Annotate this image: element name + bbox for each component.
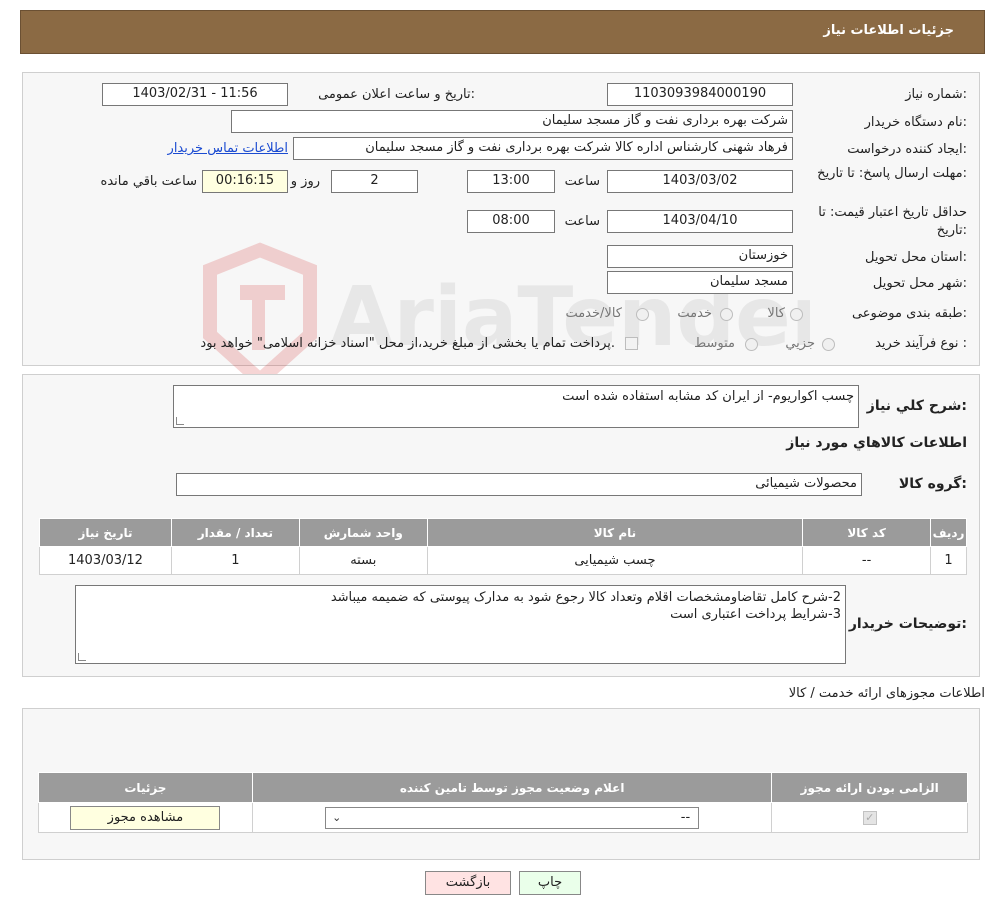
- cell-permit-required: ✓: [771, 802, 968, 833]
- page-title: جزئیات اطلاعات نیاز: [823, 23, 954, 38]
- city-field: مسجد سلیمان: [607, 271, 793, 294]
- print-button[interactable]: چاپ: [519, 871, 581, 895]
- buyer-notes-line-2: 3-شرایط پرداخت اعتباری است: [670, 607, 841, 622]
- category-option-goods: کالا: [767, 306, 785, 321]
- col-quantity: تعداد / مقدار: [170, 518, 300, 547]
- col-item-code: کد کالا: [802, 518, 932, 547]
- page-header: جزئیات اطلاعات نیاز: [20, 10, 985, 54]
- permits-table-header: الزامی بودن ارائه مجوز اعلام وضعیت مجوز …: [38, 772, 968, 803]
- treasury-note: پرداخت تمام یا بخشی از مبلغ خرید،از محل …: [200, 336, 615, 351]
- cell-row-number: 1: [930, 546, 967, 575]
- category-radio-service[interactable]: [720, 308, 733, 321]
- permits-table: الزامی بودن ارائه مجوز اعلام وضعیت مجوز …: [38, 772, 968, 833]
- resize-grip-icon[interactable]: [78, 653, 86, 661]
- col-need-date: تاریخ نیاز: [39, 518, 172, 547]
- col-unit: واحد شمارش: [298, 518, 428, 547]
- chevron-down-icon: ⌄: [332, 810, 342, 824]
- purchase-option-partial: جزيي: [785, 336, 815, 351]
- goods-group-label: گروه کالا:: [898, 476, 967, 492]
- days-label: روز و: [290, 174, 320, 189]
- col-row-number: رديف: [930, 518, 967, 547]
- permits-title: اطلاعات مجوزهای ارائه خدمت / کالا: [788, 686, 985, 701]
- cell-permit-status: -- ⌄: [251, 802, 773, 833]
- creator-field: فرهاد شهنی کارشناس اداره کالا شرکت بهره …: [293, 137, 793, 160]
- cell-item-name: چسب شیمیایی: [426, 546, 804, 575]
- need-description-text: چسب اکواریوم- از ایران کد مشابه استفاده …: [562, 389, 854, 404]
- purchase-type-label: نوع فرآیند خرید :: [875, 336, 967, 351]
- table-row: ✓ -- ⌄ مشاهده مجوز: [38, 802, 968, 833]
- cell-unit: بسته: [298, 546, 428, 575]
- announce-label: تاریخ و ساعت اعلان عمومی:: [318, 87, 475, 102]
- cell-item-code: --: [802, 546, 932, 575]
- buyer-notes-line-1: 2-شرح کامل تقاضاومشخصات اقلام وتعداد کال…: [330, 590, 841, 605]
- remaining-time-field: 00:16:15: [202, 170, 288, 193]
- buyer-notes-textarea[interactable]: 2-شرح کامل تقاضاومشخصات اقلام وتعداد کال…: [75, 585, 846, 664]
- permit-status-value: --: [680, 809, 691, 825]
- creator-label: ایجاد کننده درخواست:: [847, 142, 967, 157]
- view-permit-button[interactable]: مشاهده مجوز: [70, 805, 221, 830]
- province-field: خوزستان: [607, 245, 793, 268]
- table-row: 1 -- چسب شیمیایی بسته 1 1403/03/12: [39, 546, 967, 575]
- goods-group-field: محصولات شیمیائی: [176, 473, 862, 496]
- remaining-label: ساعت باقي مانده: [100, 174, 197, 189]
- goods-info-title: اطلاعات کالاهاي مورد نياز: [786, 435, 967, 451]
- buyer-notes-label: توضیحات خریدار:: [848, 616, 967, 632]
- resize-grip-icon[interactable]: [176, 417, 184, 425]
- cell-need-date: 1403/03/12: [39, 546, 172, 575]
- col-permit-details: جزئیات: [38, 772, 253, 803]
- city-label: شهر محل تحویل:: [872, 276, 967, 291]
- permit-required-checkbox: ✓: [862, 810, 877, 825]
- back-button[interactable]: بازگشت: [425, 871, 511, 895]
- treasury-checkbox[interactable]: [625, 337, 638, 350]
- cell-permit-details: مشاهده مجوز: [38, 802, 253, 833]
- col-permit-status: اعلام وضعیت مجوز توسط تامین کننده: [251, 772, 773, 803]
- purchase-radio-partial[interactable]: [822, 338, 835, 351]
- category-option-service: خدمت: [677, 306, 712, 321]
- items-table-header: رديف کد کالا نام کالا واحد شمارش تعداد /…: [39, 518, 967, 547]
- items-table: رديف کد کالا نام کالا واحد شمارش تعداد /…: [39, 518, 967, 575]
- purchase-radio-medium[interactable]: [745, 338, 758, 351]
- purchase-option-medium: متوسط: [694, 336, 735, 351]
- category-radio-goods-service[interactable]: [636, 308, 649, 321]
- days-field: 2: [331, 170, 418, 193]
- permit-status-select[interactable]: -- ⌄: [325, 806, 700, 829]
- buyer-org-field: شرکت بهره برداری نفت و گاز مسجد سلیمان: [231, 110, 793, 133]
- need-description-textarea[interactable]: چسب اکواریوم- از ایران کد مشابه استفاده …: [173, 385, 859, 428]
- category-label: طبقه بندی موضوعی:: [851, 306, 967, 321]
- need-number-field: 1103093984000190: [607, 83, 793, 106]
- cell-quantity: 1: [170, 546, 300, 575]
- price-valid-date-field: 1403/04/10: [607, 210, 793, 233]
- reply-time-label: ساعت: [564, 174, 600, 189]
- category-option-goods-service: کالا/خدمت: [565, 306, 622, 321]
- reply-date-field: 1403/03/02: [607, 170, 793, 193]
- price-valid-label: حداقل تاریخ اعتبار قیمت: تا تاریخ:: [818, 205, 967, 238]
- category-radio-goods[interactable]: [790, 308, 803, 321]
- need-description-label: شرح کلي نياز:: [866, 398, 967, 414]
- col-permit-required: الزامی بودن ارائه مجوز: [771, 772, 968, 803]
- reply-deadline-label: مهلت ارسال پاسخ: تا تاریخ:: [817, 166, 967, 181]
- buyer-org-label: نام دستگاه خریدار:: [864, 115, 967, 130]
- price-valid-time-field: 08:00: [467, 210, 555, 233]
- buyer-contact-link[interactable]: اطلاعات تماس خریدار: [168, 141, 288, 156]
- reply-time-field: 13:00: [467, 170, 555, 193]
- price-valid-time-label: ساعت: [564, 214, 600, 229]
- province-label: استان محل تحویل:: [865, 250, 967, 265]
- need-number-label: شماره نیاز:: [905, 87, 967, 102]
- col-item-name: نام کالا: [426, 518, 804, 547]
- announce-field: 1403/02/31 - 11:56: [102, 83, 288, 106]
